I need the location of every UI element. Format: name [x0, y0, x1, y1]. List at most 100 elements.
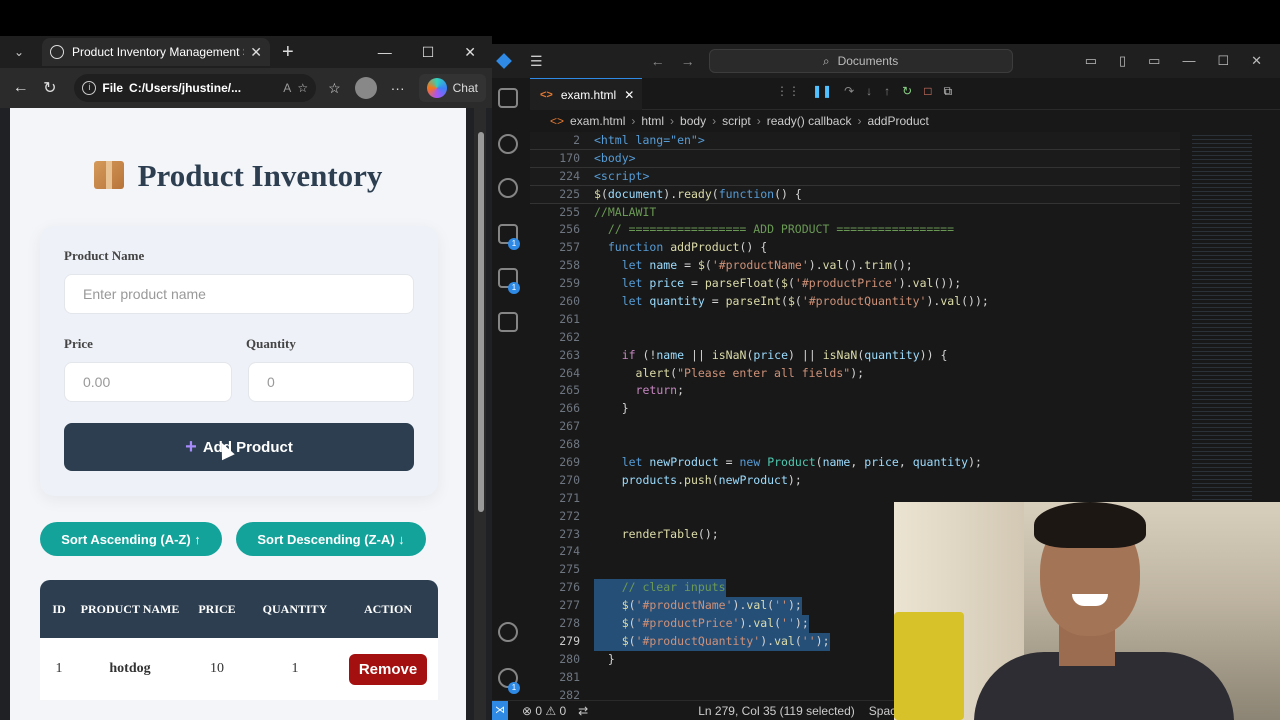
add-product-button[interactable]: + Add Product [64, 423, 414, 471]
pause-icon[interactable]: ❚❚ [812, 84, 832, 99]
explorer-icon[interactable] [498, 88, 518, 108]
header-id: ID [52, 601, 66, 616]
url-scheme: File [102, 81, 124, 95]
code-line[interactable]: 268 [530, 436, 1180, 454]
vscode-logo-icon [496, 53, 512, 69]
breadcrumb-addproduct[interactable]: addProduct [867, 114, 928, 128]
close-window-button[interactable]: ✕ [1251, 53, 1262, 69]
minimap[interactable] [1192, 132, 1252, 502]
sort-descending-button[interactable]: Sort Descending (Z-A) ↓ [236, 522, 426, 556]
code-line[interactable]: 260 let quantity = parseInt($('#productQ… [530, 293, 1180, 311]
code-line[interactable]: 257 function addProduct() { [530, 239, 1180, 257]
remote-explorer-icon[interactable] [498, 312, 518, 332]
remove-button[interactable]: Remove [348, 653, 428, 685]
line-number: 261 [559, 311, 580, 326]
accounts-icon[interactable] [498, 622, 518, 642]
panel-toggle-icon[interactable]: ▭ [1148, 53, 1160, 69]
drag-handle-icon[interactable]: ⋮⋮ [776, 84, 800, 99]
problems-status[interactable]: ⊗ 0 ⚠ 0 [522, 704, 566, 718]
layout-toggle-icon[interactable]: ▭ [1085, 53, 1097, 69]
maximize-button[interactable]: ☐ [422, 44, 435, 61]
tab-actions-chevron-icon[interactable]: ⌄ [6, 40, 32, 64]
code-line[interactable]: 261 [530, 311, 1180, 329]
url-field[interactable]: i File C:/Users/jhustine/... A ☆ [74, 74, 317, 102]
source-control-icon[interactable] [498, 178, 518, 198]
cursor-position-status[interactable]: Ln 279, Col 35 (119 selected) [698, 704, 855, 718]
code-line[interactable]: 266 } [530, 400, 1180, 418]
close-tab-icon[interactable]: ✕ [624, 88, 634, 102]
breadcrumb-script[interactable]: script [722, 114, 751, 128]
code-text: <html lang="en"> [594, 133, 705, 147]
code-line[interactable]: 262 [530, 329, 1180, 347]
search-icon[interactable] [498, 134, 518, 154]
code-line[interactable]: 224 <script> [530, 167, 1180, 186]
sort-ascending-button[interactable]: Sort Ascending (A-Z) ↑ [40, 522, 222, 556]
code-line[interactable]: 264 alert("Please enter all fields"); [530, 365, 1180, 383]
command-center-search[interactable]: ⌕ Documents [708, 49, 1013, 73]
code-line[interactable]: 170 <body> [530, 149, 1180, 168]
live-share-icon[interactable]: ⇄ [578, 704, 588, 718]
browser-tab[interactable]: Product Inventory Management Sy ✕ [42, 38, 270, 66]
price-input[interactable]: 0.00 [64, 362, 232, 402]
maximize-button[interactable]: ☐ [1217, 53, 1229, 69]
more-menu-icon[interactable]: ··· [391, 80, 405, 96]
sidebar-toggle-icon[interactable]: ▯ [1119, 53, 1126, 69]
breadcrumb-file[interactable]: exam.html [570, 114, 625, 128]
stop-icon[interactable]: □ [924, 84, 931, 99]
breadcrumb-html[interactable]: html [641, 114, 664, 128]
quantity-input[interactable]: 0 [248, 362, 414, 402]
code-line[interactable]: 269 let newProduct = new Product(name, p… [530, 454, 1180, 472]
browser-window: ⌄ Product Inventory Management Sy ✕ + — … [0, 36, 492, 720]
code-line[interactable]: 259 let price = parseFloat($('#productPr… [530, 275, 1180, 293]
code-line[interactable]: 225 $(document).ready(function() { [530, 185, 1180, 204]
step-out-icon[interactable]: ↑ [884, 84, 890, 99]
header-product-name: PRODUCT NAME [80, 601, 180, 616]
close-tab-icon[interactable]: ✕ [250, 44, 262, 61]
browser-window-controls: — ☐ ✕ [378, 44, 492, 61]
line-number: 258 [559, 258, 580, 273]
code-text: $('#productName').val(''); [594, 597, 802, 616]
step-over-icon[interactable]: ↷ [844, 84, 854, 99]
favorite-star-icon[interactable]: ☆ [297, 81, 308, 95]
nav-forward-icon[interactable]: → [681, 53, 695, 69]
code-line[interactable]: 265 return; [530, 382, 1180, 400]
close-window-button[interactable]: ✕ [464, 44, 476, 61]
code-line[interactable]: 263 if (!name || isNaN(price) || isNaN(q… [530, 347, 1180, 365]
code-line[interactable]: 267 [530, 418, 1180, 436]
disconnect-icon[interactable]: ⧉ [943, 84, 952, 99]
line-number: 256 [559, 222, 580, 237]
menu-icon[interactable]: ☰ [530, 53, 543, 70]
profile-avatar[interactable] [354, 77, 377, 99]
browser-toolbar-icons: ☆ ··· Chat [328, 74, 486, 102]
globe-icon [50, 45, 64, 59]
code-line[interactable]: 258 let name = $('#productName').val().t… [530, 257, 1180, 275]
minimize-button[interactable]: — [378, 44, 392, 61]
breadcrumb-body[interactable]: body [680, 114, 706, 128]
remote-indicator-icon[interactable]: ⋊ [492, 700, 508, 720]
code-text: // clear inputs [594, 579, 726, 598]
breadcrumb-ready-callback[interactable]: ready() callback [767, 114, 852, 128]
code-line[interactable]: 256 // ================= ADD PRODUCT ===… [530, 221, 1180, 239]
nav-back-icon[interactable]: ← [651, 53, 665, 69]
url-path: C:/Users/jhustine/... [129, 81, 242, 95]
step-into-icon[interactable]: ↓ [866, 84, 872, 99]
code-text: <script> [594, 168, 650, 183]
back-button[interactable]: ← [6, 79, 35, 97]
new-tab-button[interactable]: + [282, 41, 294, 64]
code-line[interactable]: 2 <html lang="en"> [530, 132, 1180, 150]
webcam-person-hair [1034, 502, 1146, 548]
minimize-button[interactable]: — [1182, 53, 1195, 69]
page-scrollbar[interactable] [474, 108, 486, 720]
scrollbar-thumb[interactable] [478, 132, 484, 512]
code-line[interactable]: 270 products.push(newProduct); [530, 472, 1180, 490]
quantity-label: Quantity [246, 336, 296, 351]
copilot-chat-button[interactable]: Chat [418, 74, 486, 102]
product-name-input[interactable]: Enter product name [64, 274, 414, 314]
editor-tab[interactable]: <> exam.html ✕ [530, 78, 642, 110]
code-line[interactable]: 255 //MALAWIT [530, 204, 1180, 222]
read-aloud-icon[interactable]: A [283, 81, 291, 95]
favorites-icon[interactable]: ☆ [328, 80, 341, 97]
restart-icon[interactable]: ↻ [902, 84, 912, 99]
info-icon[interactable]: i [82, 81, 97, 95]
refresh-button[interactable]: ↻ [35, 78, 64, 98]
